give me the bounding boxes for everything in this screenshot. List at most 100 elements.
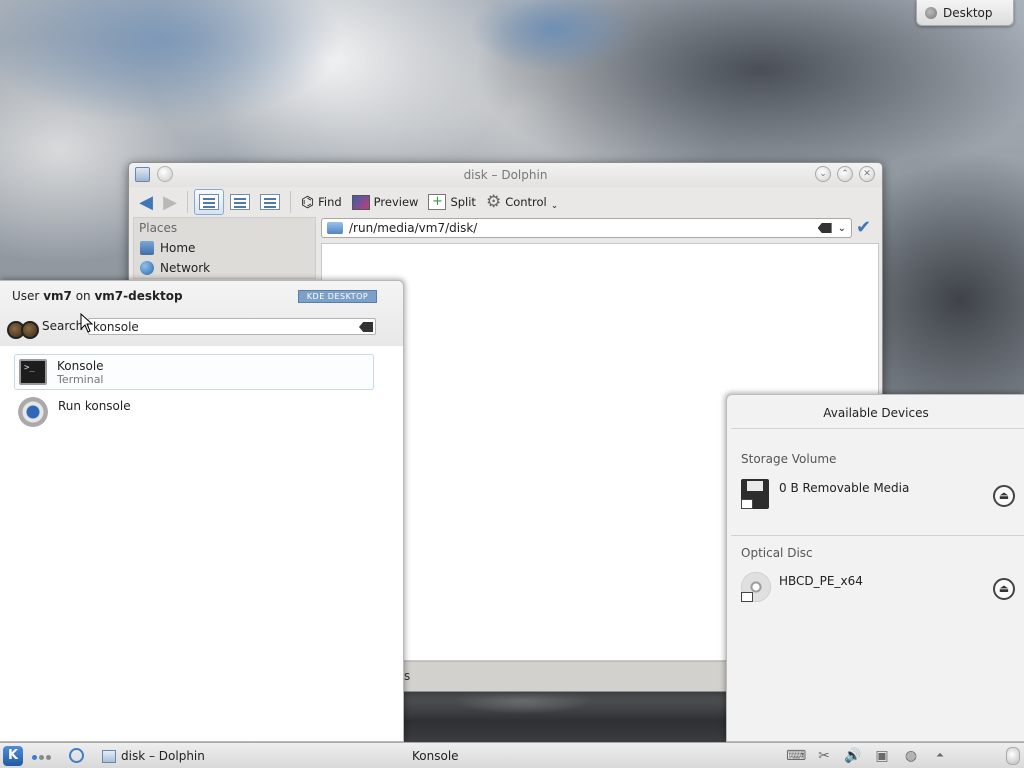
dolphin-task-icon	[102, 749, 116, 763]
home-icon	[140, 241, 154, 255]
device-mini-badge	[741, 592, 753, 602]
host-name: vm7-desktop	[94, 289, 183, 303]
icons-view-icon	[199, 194, 219, 210]
volume-icon[interactable]: 🔊	[844, 747, 862, 765]
device-name: HBCD_PE_x64	[779, 574, 863, 588]
device-category: Storage Volume	[741, 452, 837, 466]
network-status-icon[interactable]: ◍	[902, 747, 920, 765]
details-view-icon	[260, 194, 280, 210]
window-title: disk – Dolphin	[463, 168, 548, 182]
wallpaper-water-strip	[403, 690, 726, 742]
find-button[interactable]: ⌬ Find	[297, 189, 346, 215]
launcher-header: User vm7 on vm7-desktop KDE DESKTOP Sear…	[0, 281, 403, 346]
location-history-chevron-icon[interactable]: ⌄	[838, 223, 846, 234]
optical-disc-icon	[741, 572, 771, 602]
places-item-label: Home	[160, 241, 196, 255]
places-item-label: Network	[160, 261, 211, 275]
minimize-button[interactable]: ⌄	[815, 166, 831, 182]
system-tray: ⌨ ✂ 🔊 ▣ ◍ ⏶	[786, 747, 949, 765]
search-label: Search	[42, 319, 84, 333]
toolbar-separator	[187, 191, 188, 213]
maximize-button[interactable]: ⌃	[837, 166, 853, 182]
show-desktop-button[interactable]	[1006, 747, 1020, 765]
location-path[interactable]: /run/media/vm7/disk/	[349, 221, 812, 235]
device-name: 0 B Removable Media	[779, 481, 910, 495]
places-item-home[interactable]: Home	[134, 238, 315, 258]
confirm-location-button[interactable]: ✔	[856, 218, 878, 238]
eject-icon[interactable]: ⏏	[993, 485, 1015, 507]
search-input[interactable]	[88, 318, 376, 335]
folder-icon	[327, 222, 343, 234]
user-prefix: User	[12, 289, 40, 303]
on-all-desktops-button[interactable]	[157, 166, 173, 182]
places-item-network[interactable]: Network	[134, 258, 315, 278]
find-label: Find	[318, 195, 342, 209]
eject-icon[interactable]: ⏏	[993, 578, 1015, 600]
floppy-icon	[741, 479, 769, 509]
mouse-cursor-icon	[80, 313, 94, 333]
divider	[731, 535, 1024, 536]
places-panel: Places Home Network	[133, 217, 316, 279]
places-title: Places	[139, 221, 178, 235]
network-icon	[140, 261, 154, 275]
user-line: User vm7 on vm7-desktop	[12, 289, 183, 303]
window-menu-icon[interactable]	[135, 167, 150, 182]
result-run-konsole[interactable]: Run konsole	[14, 394, 374, 430]
preview-label: Preview	[373, 195, 419, 209]
klipper-scissors-icon[interactable]: ✂	[815, 747, 833, 765]
split-label: Split	[450, 195, 476, 209]
keyboard-icon[interactable]: ⌨	[786, 747, 806, 765]
device-notifier-icon[interactable]: ▣	[873, 747, 891, 765]
binoculars-icon	[6, 311, 39, 341]
application-launcher-button[interactable]: K	[3, 746, 23, 766]
divider	[731, 428, 1024, 429]
device-item-removable-media[interactable]: 0 B Removable Media ⏏	[741, 479, 1024, 515]
preview-button[interactable]: Preview	[348, 189, 423, 215]
chevron-down-icon: ⌄	[550, 201, 559, 211]
device-item-optical-disc[interactable]: HBCD_PE_x64 ⏏	[741, 572, 1024, 608]
control-button[interactable]: ⚙ Control ⌄	[482, 189, 562, 215]
clear-location-icon[interactable]	[817, 223, 832, 233]
dolphin-titlebar[interactable]: disk – Dolphin ⌄ ⌃ ✕	[129, 163, 882, 187]
browser-launcher-icon[interactable]	[69, 748, 84, 763]
device-category: Optical Disc	[741, 546, 813, 560]
pager-icon[interactable]	[32, 755, 51, 760]
result-konsole[interactable]: >_ Konsole Terminal	[14, 354, 374, 390]
terminal-icon: >_	[19, 359, 47, 385]
devices-title: Available Devices	[823, 406, 929, 420]
desktop-toolbox-label: Desktop	[943, 5, 993, 20]
icons-view-button[interactable]	[194, 189, 224, 215]
gear-icon: ⚙	[485, 192, 502, 212]
location-bar[interactable]: /run/media/vm7/disk/ ⌄	[321, 218, 852, 238]
back-button[interactable]: ◀	[135, 191, 157, 213]
device-mini-badge	[741, 499, 753, 509]
user-on: on	[75, 289, 91, 303]
control-label: Control	[505, 195, 547, 209]
hidden-icons-arrow-icon[interactable]: ⏶	[931, 747, 949, 765]
desktop-toolbox-icon	[925, 6, 937, 19]
task-label: disk – Dolphin	[121, 749, 205, 763]
task-dolphin[interactable]: disk – Dolphin	[102, 743, 205, 768]
forward-button[interactable]: ▶	[159, 191, 181, 213]
application-launcher: User vm7 on vm7-desktop KDE DESKTOP Sear…	[0, 280, 404, 742]
result-name: Konsole	[57, 358, 104, 373]
kde-desktop-badge: KDE DESKTOP	[298, 290, 377, 303]
close-button[interactable]: ✕	[859, 166, 875, 182]
compact-view-button[interactable]	[226, 189, 254, 215]
status-text: s	[404, 669, 411, 683]
binoculars-icon: ⌬	[301, 193, 315, 211]
toolbar-separator	[290, 191, 291, 213]
dolphin-toolbar: ◀ ▶ ⌬ Find Preview + Split ⚙ Control ⌄	[129, 187, 882, 217]
device-notifier-popup: Available Devices Storage Volume 0 B Rem…	[726, 394, 1024, 742]
desktop-toolbox[interactable]: Desktop	[916, 0, 1014, 26]
run-command-icon	[18, 397, 48, 427]
result-name: Run konsole	[58, 399, 131, 413]
user-name: vm7	[43, 289, 72, 303]
taskbar: K disk – Dolphin Konsole ⌨ ✂ 🔊 ▣ ◍ ⏶	[0, 742, 1024, 768]
preview-icon	[351, 194, 370, 210]
compact-view-icon	[230, 194, 250, 210]
details-view-button[interactable]	[256, 189, 284, 215]
task-label: Konsole	[412, 749, 459, 763]
split-button[interactable]: + Split	[424, 189, 480, 215]
task-konsole[interactable]: Konsole	[412, 743, 459, 768]
